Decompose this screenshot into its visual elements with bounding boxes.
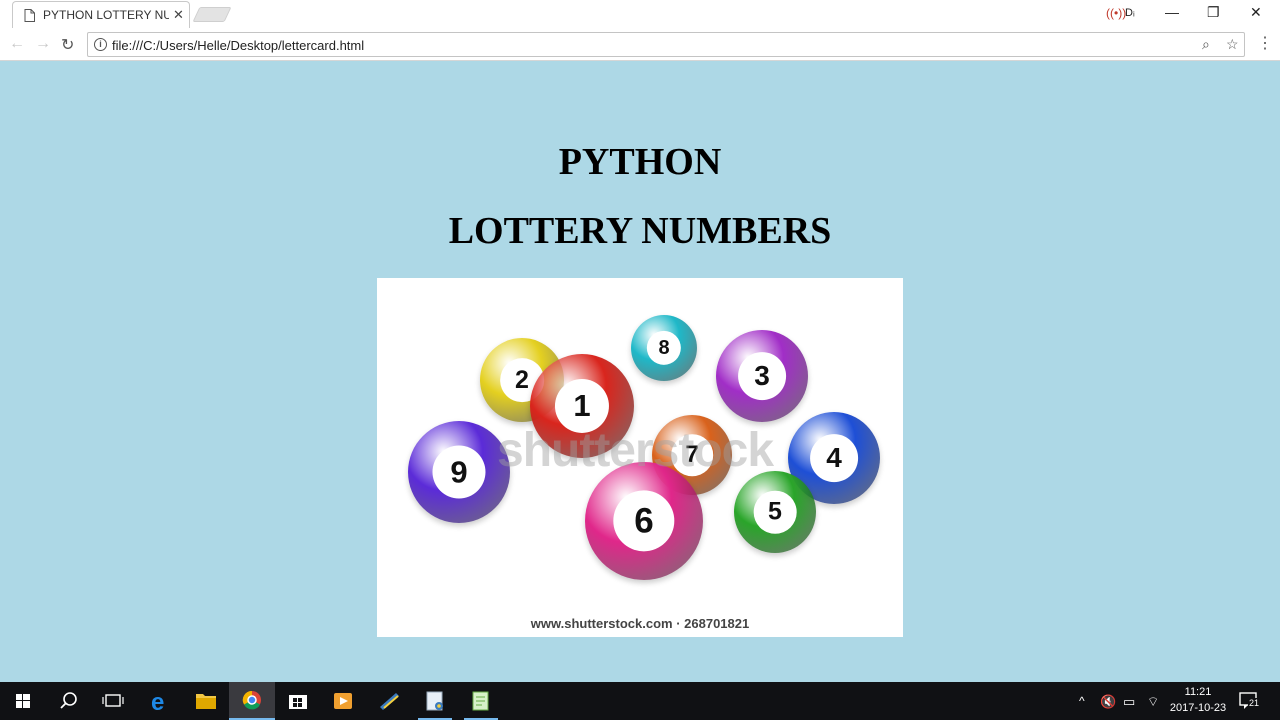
task-view-icon — [102, 694, 124, 707]
ball-number: 4 — [810, 434, 858, 482]
notepad-app[interactable] — [412, 682, 458, 720]
search-icon — [60, 692, 77, 709]
lottery-ball-9: 9 — [408, 421, 510, 523]
python-idle-icon — [380, 693, 399, 710]
lottery-ball-5: 5 — [734, 471, 816, 553]
tray-chevron-icon[interactable]: ^ — [1079, 694, 1085, 708]
restore-button[interactable]: ❐ — [1207, 4, 1220, 21]
edge-icon: e — [151, 689, 164, 716]
address-bar[interactable]: i file:///C:/Users/Helle/Desktop/letterc… — [87, 32, 1245, 57]
browser-toolbar: ← → ↻ i file:///C:/Users/Helle/Desktop/l… — [0, 28, 1280, 61]
reload-button[interactable]: ↻ — [61, 35, 74, 55]
image-watermark: shutterstock — [497, 424, 774, 477]
back-button[interactable]: ← — [9, 35, 25, 53]
ball-number: 6 — [613, 490, 675, 552]
action-center-button[interactable]: 21 — [1238, 691, 1262, 711]
close-window-button[interactable]: ✕ — [1250, 4, 1262, 21]
lottery-ball-6: 6 — [585, 462, 703, 580]
windows-taskbar: e ^ 🔇 ▭ ⌔ 11:21 2017-10-23 21 — [0, 682, 1280, 720]
start-button[interactable] — [0, 682, 46, 720]
lottery-ball-8: 8 — [631, 315, 697, 381]
ball-number: 8 — [646, 330, 682, 366]
ball-number: 5 — [753, 490, 797, 534]
bookmark-star-icon[interactable]: ☆ — [1226, 36, 1239, 53]
browser-menu-icon[interactable]: ⋮ — [1257, 33, 1273, 53]
page-title-line1: PYTHON — [558, 141, 722, 183]
chrome-icon — [242, 690, 261, 710]
clock-date[interactable]: 2017-10-23 — [1166, 702, 1230, 714]
translate-icon[interactable]: Dᵢ — [1125, 7, 1135, 19]
edge-app[interactable]: e — [137, 682, 183, 720]
notification-count: 21 — [1248, 698, 1261, 708]
store-icon — [289, 695, 307, 709]
lottery-balls-image: 9 2 1 8 3 7 4 6 5 shutterstock www.shutterstock.co… — [377, 278, 903, 637]
volume-muted-icon[interactable]: 🔇 — [1100, 694, 1116, 710]
windows-logo-icon — [16, 694, 30, 708]
python-idle-app[interactable] — [366, 682, 412, 720]
media-player-icon — [334, 693, 352, 709]
page-title-line2: LOTTERY NUMBERS — [448, 210, 832, 252]
folder-icon — [196, 694, 216, 709]
svg-text:e: e — [151, 689, 164, 716]
browser-titlebar: PYTHON LOTTERY NUMBERS ✕ ((•)) Dᵢ — ❐ ✕ — [0, 0, 1280, 28]
store-app[interactable] — [275, 682, 321, 720]
tab-close-icon[interactable]: ✕ — [173, 7, 184, 23]
image-caption: www.shutterstock.com · 268701821 — [530, 616, 750, 631]
url-text[interactable]: file:///C:/Users/Helle/Desktop/lettercar… — [112, 38, 364, 53]
info-icon[interactable]: i — [94, 38, 107, 51]
ball-number: 9 — [432, 445, 486, 499]
media-player-app[interactable] — [320, 682, 366, 720]
wifi-icon[interactable]: ⌔ — [1147, 694, 1159, 710]
zoom-icon[interactable]: ⌕ — [1202, 36, 1210, 53]
task-view-button[interactable] — [90, 682, 136, 720]
battery-icon[interactable]: ▭ — [1123, 694, 1135, 710]
chrome-app[interactable] — [229, 682, 275, 720]
new-tab-button[interactable] — [192, 7, 232, 22]
ball-number: 3 — [738, 352, 786, 400]
page-icon — [24, 9, 35, 22]
forward-button[interactable]: → — [35, 35, 51, 53]
clock-time[interactable]: 11:21 — [1166, 686, 1230, 698]
minimize-button[interactable]: — — [1165, 4, 1179, 20]
page-content: PYTHON LOTTERY NUMBERS 9 2 1 8 3 7 4 6 5 shutters… — [0, 62, 1280, 682]
notepad-icon — [426, 691, 443, 711]
notepad-plus-app[interactable] — [458, 682, 504, 720]
cast-icon[interactable]: ((•)) — [1106, 6, 1126, 20]
lottery-ball-3: 3 — [716, 330, 808, 422]
file-explorer-app[interactable] — [183, 682, 229, 720]
tab-title: PYTHON LOTTERY NUMBERS — [43, 8, 169, 22]
search-button[interactable] — [45, 682, 91, 720]
notepad-plus-icon — [472, 691, 489, 711]
browser-tab[interactable]: PYTHON LOTTERY NUMBERS ✕ — [12, 1, 190, 28]
